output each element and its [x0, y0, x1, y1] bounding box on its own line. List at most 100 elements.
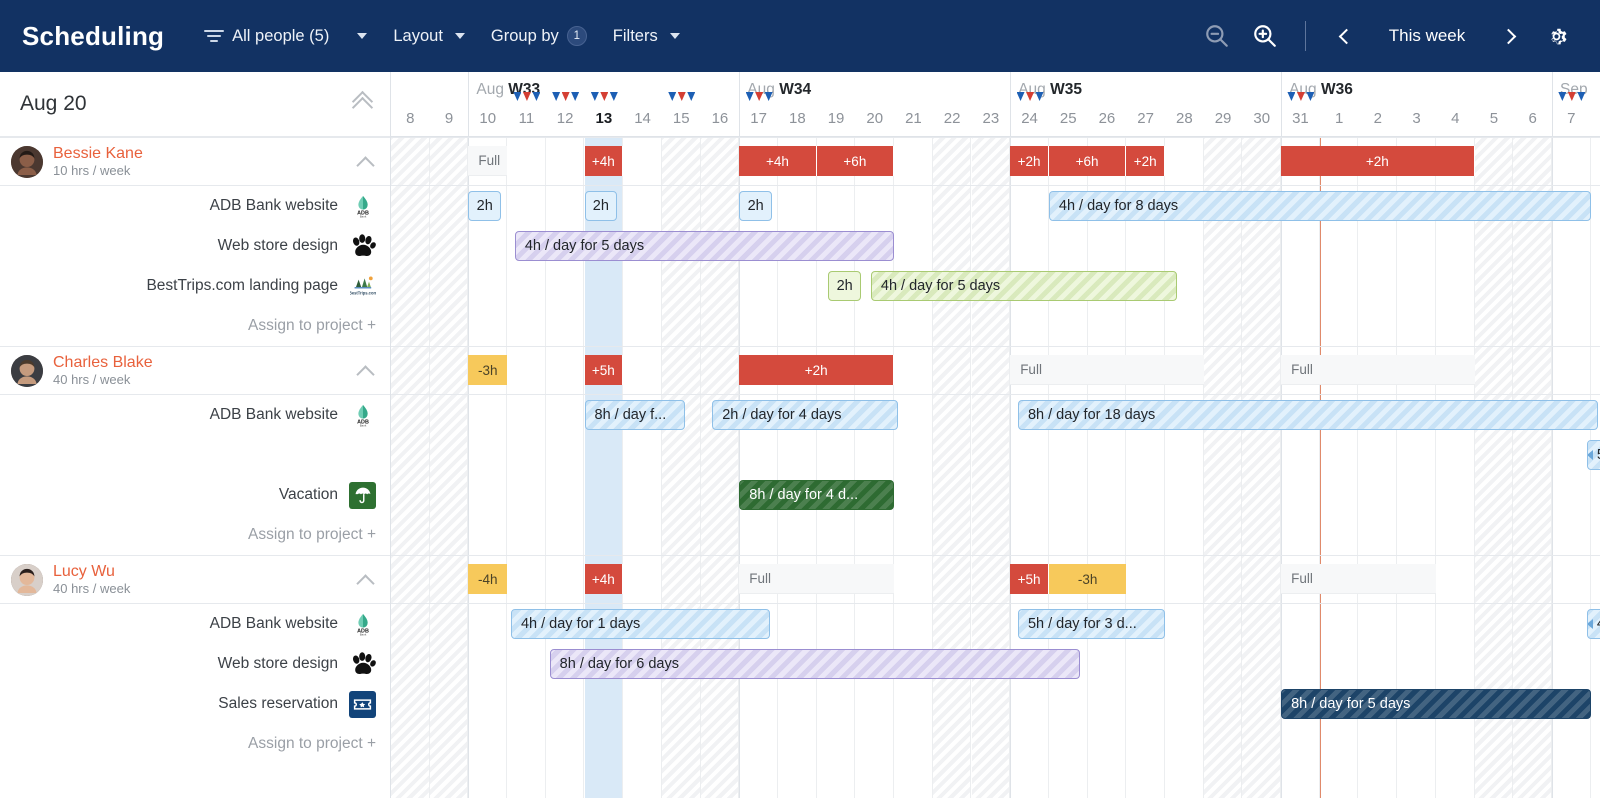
day-column[interactable]: [1203, 137, 1243, 798]
capacity-badge[interactable]: +2h: [1126, 146, 1165, 176]
day-header[interactable]: 9: [430, 110, 469, 127]
day-header[interactable]: 2: [1359, 110, 1398, 127]
day-column[interactable]: [1242, 137, 1282, 798]
assignment-bar[interactable]: 4h / day for 8 days: [1048, 191, 1591, 221]
capacity-badge[interactable]: +5h: [584, 355, 624, 385]
day-header[interactable]: 23: [972, 110, 1011, 127]
day-header[interactable]: 11: [507, 110, 546, 127]
capacity-badge[interactable]: Full: [1281, 355, 1475, 385]
day-column[interactable]: [468, 137, 508, 798]
project-row[interactable]: Vacation: [0, 475, 390, 515]
person-row[interactable]: Bessie Kane 10 hrs / week: [0, 137, 390, 186]
person-collapse-button[interactable]: [356, 155, 375, 175]
assign-to-project-button[interactable]: Assign to project +: [0, 515, 390, 555]
project-row[interactable]: ADB Bank website ADB Bank: [0, 395, 390, 435]
day-header[interactable]: 22: [933, 110, 972, 127]
day-header[interactable]: 4: [1436, 110, 1475, 127]
day-column[interactable]: [1010, 137, 1049, 798]
day-header[interactable]: 12: [546, 110, 585, 127]
project-row[interactable]: ADB Bank website ADB Bank: [0, 604, 390, 644]
day-header[interactable]: 28: [1165, 110, 1204, 127]
capacity-badge[interactable]: Full: [468, 146, 508, 176]
assign-to-project-button[interactable]: Assign to project +: [0, 306, 390, 346]
person-row[interactable]: Charles Blake 40 hrs / week: [0, 346, 390, 395]
layout-button[interactable]: Layout: [393, 27, 465, 46]
day-header[interactable]: 31: [1281, 110, 1320, 127]
capacity-badge[interactable]: +2h: [739, 355, 895, 385]
assignment-bar[interactable]: 8h / day for 18 days: [1017, 400, 1599, 430]
assignment-bar[interactable]: 8h / day for 5 days: [1281, 689, 1591, 719]
assignment-bar[interactable]: 8h / day f...: [584, 400, 686, 430]
capacity-badge[interactable]: +6h: [816, 146, 895, 176]
day-header[interactable]: 10: [468, 110, 507, 127]
project-row[interactable]: BestTrips.com landing page BestTrips.com: [0, 266, 390, 306]
capacity-badge[interactable]: +5h: [1010, 564, 1049, 594]
day-column[interactable]: [1126, 137, 1165, 798]
assignment-bar[interactable]: 4h / day for 5 days: [870, 271, 1177, 301]
day-column[interactable]: [391, 137, 430, 798]
day-column[interactable]: [932, 137, 972, 798]
assignment-bar[interactable]: 5h / day for 3 d...: [1017, 609, 1165, 639]
assignment-bar[interactable]: 8h / day for 4 d...: [739, 480, 895, 510]
day-header[interactable]: 8: [391, 110, 430, 127]
day-column[interactable]: [1165, 137, 1204, 798]
project-row[interactable]: ADB Bank website ADB Bank: [0, 186, 390, 226]
day-header[interactable]: 16: [701, 110, 740, 127]
day-column[interactable]: [429, 137, 469, 798]
day-column[interactable]: [971, 137, 1011, 798]
capacity-badge[interactable]: -3h: [1048, 564, 1127, 594]
capacity-badge[interactable]: -4h: [468, 564, 508, 594]
settings-button[interactable]: [1534, 14, 1578, 58]
capacity-badge[interactable]: -3h: [468, 355, 508, 385]
zoom-out-button[interactable]: [1195, 14, 1239, 58]
assignment-bar[interactable]: 8h / day for 6 days: [549, 649, 1080, 679]
capacity-badge[interactable]: +2h: [1281, 146, 1475, 176]
day-header[interactable]: 6: [1513, 110, 1552, 127]
project-row[interactable]: Web store design: [0, 644, 390, 684]
capacity-badge[interactable]: +4h: [584, 146, 624, 176]
capacity-badge[interactable]: +2h: [1010, 146, 1049, 176]
person-collapse-button[interactable]: [356, 573, 375, 593]
assignment-bar[interactable]: 2h / day for 4 days: [712, 400, 898, 430]
project-row[interactable]: Sales reservation: [0, 684, 390, 724]
assignment-chip[interactable]: 2h: [828, 271, 861, 301]
assignment-bar[interactable]: 5h / day for 3 days: [1586, 440, 1600, 470]
group-by-button[interactable]: Group by 1: [491, 26, 587, 46]
day-header[interactable]: 14: [623, 110, 662, 127]
zoom-in-button[interactable]: [1243, 14, 1287, 58]
day-header[interactable]: 26: [1088, 110, 1127, 127]
capacity-badge[interactable]: Full: [1010, 355, 1204, 385]
assignment-chip[interactable]: 2h: [468, 191, 502, 221]
day-header[interactable]: 1: [1320, 110, 1359, 127]
day-column[interactable]: [894, 137, 933, 798]
assignment-chip[interactable]: 2h: [584, 191, 618, 221]
next-period-button[interactable]: [1486, 14, 1530, 58]
day-header[interactable]: 7: [1552, 110, 1591, 127]
project-row[interactable]: Web store design: [0, 226, 390, 266]
day-header[interactable]: 17: [739, 110, 778, 127]
filters-button[interactable]: Filters: [613, 27, 680, 46]
day-header[interactable]: 3: [1397, 110, 1436, 127]
previous-period-button[interactable]: [1324, 14, 1368, 58]
assignment-bar[interactable]: 4h / day for 1 days: [510, 609, 771, 639]
day-header[interactable]: 24: [1010, 110, 1049, 127]
timeline-grid[interactable]: Full +4h +4h +6h +2h +6h +2h +2h 2h 2h 2h 4h / day …: [391, 137, 1600, 798]
day-header[interactable]: 18: [778, 110, 817, 127]
day-header[interactable]: 13: [585, 110, 624, 127]
day-header[interactable]: 5: [1475, 110, 1514, 127]
day-header[interactable]: 29: [1204, 110, 1243, 127]
day-header[interactable]: 25: [1049, 110, 1088, 127]
people-filter-button[interactable]: All people (5): [204, 27, 368, 46]
capacity-badge[interactable]: +6h: [1048, 146, 1127, 176]
person-row[interactable]: Lucy Wu 40 hrs / week: [0, 555, 390, 604]
day-header[interactable]: 30: [1242, 110, 1281, 127]
capacity-badge[interactable]: +4h: [739, 146, 817, 176]
capacity-badge[interactable]: +4h: [584, 564, 624, 594]
person-collapse-button[interactable]: [356, 364, 375, 384]
assignment-chip[interactable]: 2h: [739, 191, 772, 221]
assignment-bar[interactable]: 4h / day f...: [1586, 609, 1600, 639]
day-header[interactable]: 27: [1126, 110, 1165, 127]
assignment-bar[interactable]: 4h / day for 5 days: [514, 231, 895, 261]
assign-to-project-button[interactable]: Assign to project +: [0, 724, 390, 764]
day-header[interactable]: 21: [894, 110, 933, 127]
